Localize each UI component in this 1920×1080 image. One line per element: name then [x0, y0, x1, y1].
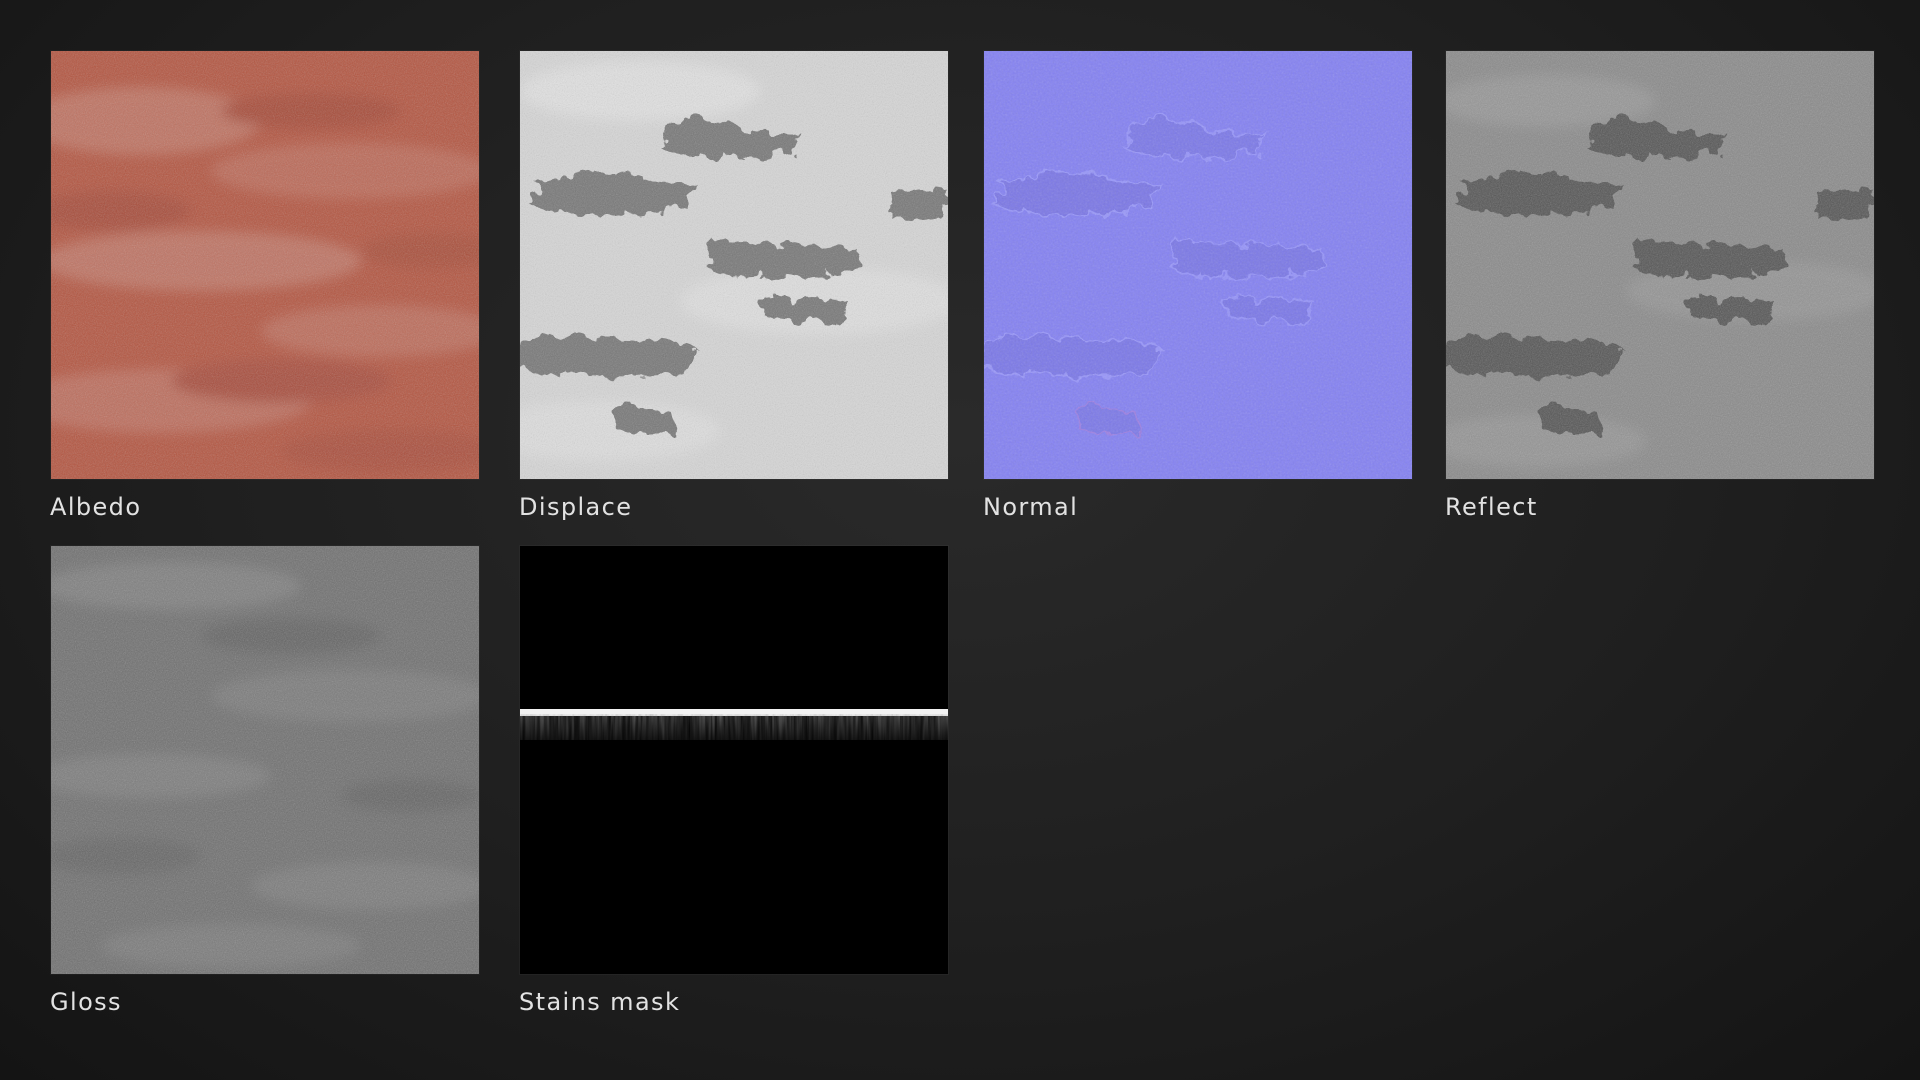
gloss-label: Gloss — [50, 988, 122, 1016]
albedo-label: Albedo — [50, 493, 142, 521]
gloss-tile[interactable]: Gloss — [50, 546, 479, 1016]
displace-tile[interactable]: Displace — [519, 51, 948, 521]
normal-map-thumbnail[interactable] — [984, 51, 1412, 479]
stains-mask-label: Stains mask — [519, 988, 681, 1016]
albedo-map-thumbnail[interactable] — [51, 51, 479, 479]
reflect-map-thumbnail[interactable] — [1446, 51, 1874, 479]
displace-map-thumbnail[interactable] — [520, 51, 948, 479]
stains-mask-tile[interactable]: Stains mask — [519, 546, 948, 1016]
normal-tile[interactable]: Normal — [983, 51, 1412, 521]
normal-label: Normal — [983, 493, 1079, 521]
reflect-tile[interactable]: Reflect — [1445, 51, 1874, 521]
displace-label: Displace — [519, 493, 633, 521]
stains-mask-map-thumbnail[interactable] — [520, 546, 948, 974]
reflect-label: Reflect — [1445, 493, 1538, 521]
gloss-map-thumbnail[interactable] — [51, 546, 479, 974]
albedo-tile[interactable]: Albedo — [50, 51, 479, 521]
